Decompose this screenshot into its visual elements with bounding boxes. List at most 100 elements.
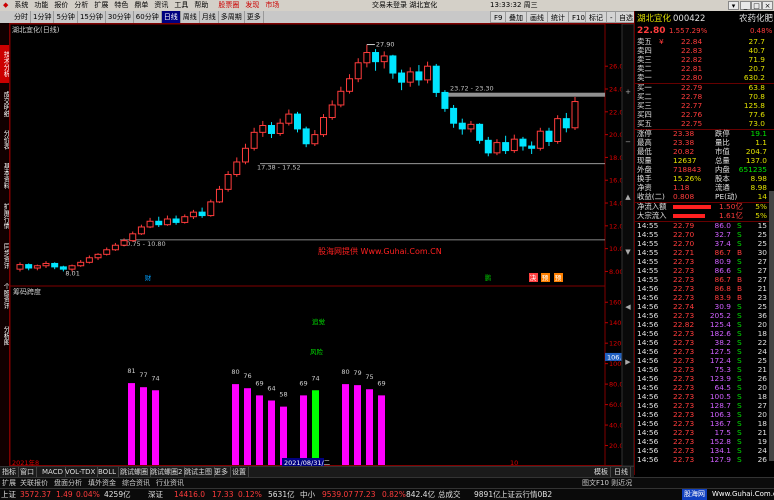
tab-30min[interactable]: 30分钟	[106, 11, 134, 23]
indicator-bar-value: 74	[311, 374, 319, 382]
candle-body	[259, 124, 267, 133]
tab-15min[interactable]: 15分钟	[78, 11, 106, 23]
overlay-button[interactable]: 叠加	[505, 11, 527, 23]
tab-test2[interactable]: 跳试螺圈2	[148, 467, 186, 477]
tab-template[interactable]: 模板	[592, 467, 611, 477]
menu-system[interactable]: 系统	[11, 0, 31, 11]
sell-row: 卖一 22.80 630.2	[635, 73, 774, 83]
strip-tech-analysis[interactable]: 技术分析	[0, 45, 9, 83]
high-label: 27.90	[376, 41, 395, 49]
tab-foreign-funds[interactable]: 填外资金	[86, 478, 118, 488]
chart-scroll-icon[interactable]: ▲	[625, 193, 631, 201]
window-title: 交易未登录 湖北宜化	[372, 1, 438, 9]
chart-scroll-icon[interactable]: +	[625, 88, 631, 96]
tab-more-indicators[interactable]: 更多	[212, 467, 231, 477]
tab-60min[interactable]: 60分钟	[134, 11, 162, 23]
stock-sector[interactable]: 农药化肥	[739, 13, 773, 25]
kline-chart[interactable]: 湖北宜化(日线)26.0024.0022.0020.0018.0016.0014…	[10, 24, 635, 467]
window-menu-icon[interactable]: ▾	[728, 1, 739, 10]
strip-basic-info[interactable]: 基本资料	[0, 157, 9, 195]
indicator-bar-value: 69	[377, 379, 385, 387]
f9-button[interactable]: F9	[490, 11, 507, 23]
strip-trade-detail[interactable]: 成交明细	[0, 85, 9, 123]
tab-indicator[interactable]: 指标	[0, 467, 19, 477]
menu-dingdan[interactable]: 鼎单	[131, 0, 151, 11]
status-item: 842.4亿	[406, 490, 435, 499]
chart-scroll-icon[interactable]: ▼	[625, 248, 631, 256]
chart-area[interactable]: 湖北宜化(日线) 26.00 24.00 22.00 20.00 18.00 16.00 14…	[9, 23, 635, 467]
candle-body	[502, 142, 510, 152]
event-label: 预	[555, 273, 562, 282]
status-item: 上证	[1, 490, 16, 499]
tab-test-main[interactable]: 跳试主图	[182, 467, 215, 477]
strip-sync-news[interactable]: 同步资讯	[0, 237, 9, 275]
tick-time: 14:56	[637, 455, 659, 464]
menu-function[interactable]: 功能	[31, 0, 51, 11]
strip-extended-quote[interactable]: 扩展行情	[0, 197, 9, 235]
tab-boll[interactable]: BOLL	[96, 467, 119, 477]
menu-analysis[interactable]: 分析	[71, 0, 91, 11]
tab-industry-news[interactable]: 行业资讯	[154, 478, 186, 488]
tab-f10-brief[interactable]: 图文F10 则近况	[580, 478, 634, 488]
tab-board-analysis[interactable]: 盘面分析	[52, 478, 84, 488]
menu-quote[interactable]: 报价	[51, 0, 71, 11]
price-row: 22.80 1.55 7.29% 0.48%	[635, 25, 774, 37]
menu-tools[interactable]: 工具	[171, 0, 191, 11]
stock-name: 湖北宜化	[637, 14, 672, 24]
chart-scroll-icon[interactable]: −	[625, 138, 631, 146]
candle-body	[172, 218, 180, 223]
tab-window[interactable]: 窗口	[18, 467, 37, 477]
strip-price-table[interactable]: 分价表	[0, 125, 9, 155]
candle-body	[406, 71, 414, 83]
support-label-2: 17.38 - 17.52	[257, 164, 301, 172]
minimize-icon[interactable]: _	[740, 1, 751, 10]
strip-stock-news[interactable]: 个股资讯	[0, 277, 9, 315]
tab-monthly[interactable]: 月线	[200, 11, 219, 23]
tab-extend[interactable]: 扩展	[0, 478, 18, 488]
close-icon[interactable]: ×	[762, 1, 773, 10]
status-item: 9539.07	[322, 490, 354, 499]
menu-extend[interactable]: 扩展	[91, 0, 111, 11]
tab-1min[interactable]: 1分钟	[31, 11, 55, 23]
tab-more[interactable]: 更多	[245, 11, 264, 23]
tab-test1[interactable]: 跳试螺圈	[118, 467, 151, 477]
tab-5min[interactable]: 5分钟	[54, 11, 78, 23]
strip-analysis-chart[interactable]: 分析图	[0, 317, 9, 355]
mark-button[interactable]: 标记	[585, 11, 607, 23]
tab-related-quote[interactable]: 关联报价	[18, 478, 50, 488]
flow-bar	[673, 205, 711, 209]
tab-settings[interactable]: 设置	[230, 467, 249, 477]
candle-body	[94, 253, 102, 259]
chart-scroll-icon[interactable]: ◀	[625, 303, 631, 311]
statistics-button[interactable]: 统计	[547, 11, 569, 23]
candle-body	[562, 118, 570, 129]
chart-scroll-icon[interactable]: ▶	[625, 358, 631, 366]
candle-body	[484, 139, 492, 154]
tab-daily[interactable]: 日线	[161, 11, 181, 23]
candle-body	[311, 134, 319, 145]
tick-scrollbar[interactable]	[769, 191, 774, 461]
menu-special[interactable]: 特色	[111, 0, 131, 11]
tab-intraday[interactable]: 分时	[12, 11, 31, 23]
current-price: 22.80	[637, 26, 666, 36]
status-item: 总成交	[438, 490, 461, 499]
menu-news[interactable]: 资讯	[151, 0, 171, 11]
maximize-icon[interactable]: □	[751, 1, 762, 10]
tab-multi-period[interactable]: 多周期	[219, 11, 245, 23]
tab-daily-line[interactable]: 日线	[612, 467, 631, 477]
menu-market[interactable]: 市场	[262, 0, 282, 11]
indicator-tabs: 指标 窗口 MACD VOL-TDX BOLL 跳试螺圈 跳试螺圈2 跳试主图 …	[0, 466, 634, 477]
support-label-3: 10.75 - 10.80	[122, 240, 166, 248]
flow-value: 1.61亿	[719, 211, 743, 220]
menu-help[interactable]: 帮助	[191, 0, 211, 11]
event-label: 鹏	[485, 273, 492, 282]
candle-body	[207, 201, 215, 217]
tab-weekly[interactable]: 周线	[181, 11, 200, 23]
clock: 13:33:32 周三	[490, 1, 538, 9]
draw-line-button[interactable]: 画线	[526, 11, 548, 23]
tab-vol-tdx[interactable]: VOL-TDX	[63, 467, 99, 477]
status-item[interactable]: 上证云行情0B2	[500, 489, 552, 500]
tab-general-news[interactable]: 综合资讯	[120, 478, 152, 488]
menu-discover[interactable]: 发现	[242, 0, 262, 11]
menu-stock-circle[interactable]: 股票圈	[215, 0, 242, 11]
